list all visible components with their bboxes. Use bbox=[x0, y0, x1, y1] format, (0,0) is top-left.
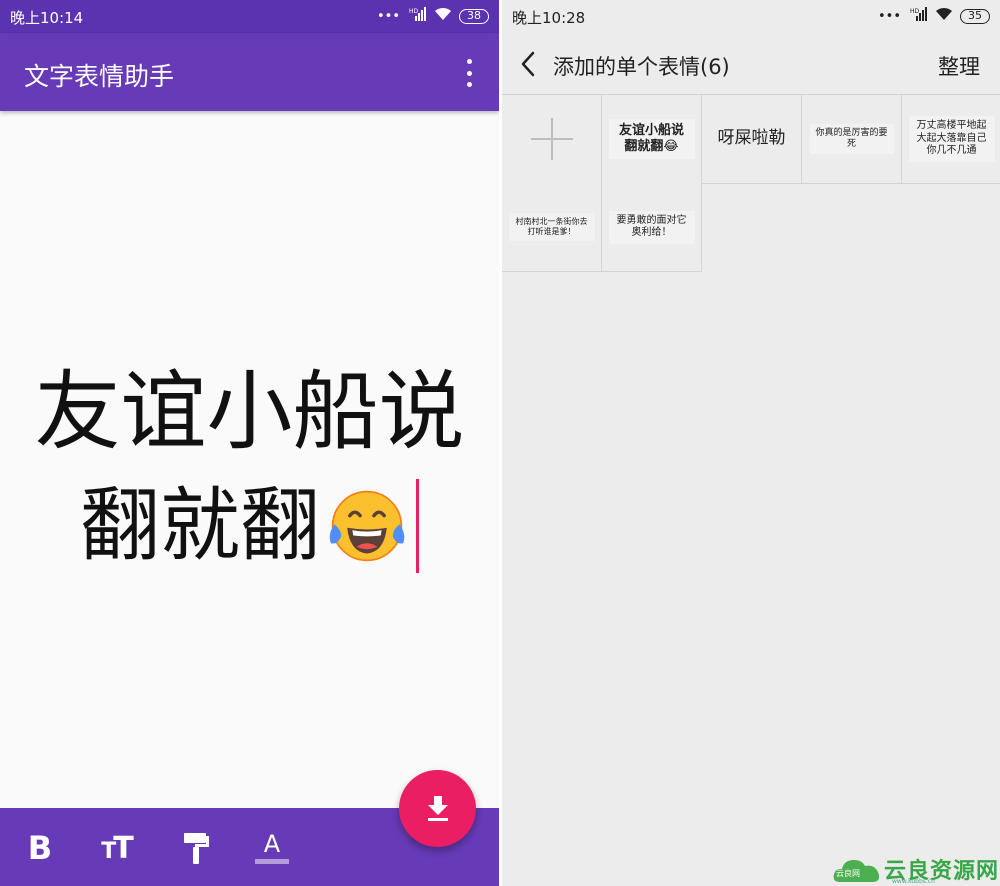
sticker-text: 你真的是厉害的要死 bbox=[809, 123, 894, 155]
status-bar: 晚上10:14 ••• HD 38 bbox=[0, 0, 499, 33]
sticker-text: 要勇敢的面对它奥利给！ bbox=[608, 210, 695, 244]
text-canvas[interactable]: 友谊小船说 翻就翻 bbox=[0, 111, 499, 808]
watermark-url: www.kubbs.cn bbox=[892, 878, 935, 885]
text-cursor bbox=[416, 479, 419, 573]
svg-text:HD: HD bbox=[910, 8, 920, 15]
app-title: 文字表情助手 bbox=[24, 62, 175, 91]
sticker-item[interactable]: 万丈高楼平地起大起大落靠自己你几不几通 bbox=[902, 95, 1000, 184]
download-icon bbox=[427, 795, 448, 821]
more-dots-icon: ••• bbox=[877, 8, 901, 24]
tears-of-joy-emoji-icon bbox=[329, 490, 405, 562]
download-fab-button[interactable] bbox=[399, 770, 476, 847]
text-color-icon: A bbox=[263, 830, 281, 858]
overflow-menu-button[interactable] bbox=[461, 59, 477, 87]
sticker-item[interactable]: 要勇敢的面对它奥利给！ bbox=[602, 183, 702, 272]
wifi-icon bbox=[935, 7, 953, 25]
status-bar: 晚上10:28 ••• HD 35 bbox=[502, 0, 1000, 33]
bold-button[interactable]: B bbox=[20, 828, 60, 868]
wifi-icon bbox=[434, 7, 452, 25]
status-icons: ••• HD 38 bbox=[377, 7, 489, 25]
battery-indicator: 38 bbox=[459, 8, 489, 24]
status-time: 晚上10:28 bbox=[512, 9, 586, 27]
status-time: 晚上10:14 bbox=[10, 9, 84, 27]
watermark-site: 云良网 bbox=[836, 869, 860, 878]
menu-dot bbox=[466, 82, 472, 87]
sticker-item[interactable]: 呀屎啦勒 bbox=[702, 95, 802, 184]
menu-dot bbox=[466, 59, 472, 64]
plus-icon bbox=[530, 118, 573, 160]
bold-icon: B bbox=[27, 829, 53, 867]
paint-roller-button[interactable] bbox=[176, 828, 216, 868]
sticker-text: 万丈高楼平地起大起大落靠自己你几不几通 bbox=[908, 116, 995, 162]
left-phone-screen: 晚上10:14 ••• HD 38 文字表情助手 友谊小船说 翻就翻 B TT … bbox=[0, 0, 499, 886]
page-title: 添加的单个表情(6) bbox=[553, 55, 730, 79]
sticker-text: 村南村北一条街你去打听谁是爹！ bbox=[508, 213, 595, 241]
sticker-item[interactable]: 你真的是厉害的要死 bbox=[802, 95, 902, 184]
text-size-icon: TT bbox=[101, 830, 134, 866]
signal-icon: HD bbox=[908, 7, 928, 25]
text-size-button[interactable]: TT bbox=[96, 828, 136, 868]
canvas-line-2: 翻就翻 bbox=[0, 479, 499, 573]
canvas-line-2-text: 翻就翻 bbox=[80, 479, 320, 572]
nav-bar: 添加的单个表情(6) 整理 bbox=[502, 33, 1000, 95]
back-arrow-icon[interactable] bbox=[516, 49, 542, 79]
sticker-text: 呀屎啦勒 bbox=[717, 128, 786, 149]
organize-button[interactable]: 整理 bbox=[938, 51, 980, 81]
paint-roller-icon bbox=[184, 833, 209, 864]
text-color-button[interactable]: A bbox=[252, 828, 292, 868]
text-color-swatch bbox=[255, 859, 289, 864]
right-phone-screen: 晚上10:28 ••• HD 35 添加的单个表情(6) 整理 友谊小船说翻就翻… bbox=[502, 0, 1000, 886]
watermark-logo: 云良网 云良资源网 www.kubbs.cn bbox=[832, 852, 1000, 886]
signal-icon: HD bbox=[407, 7, 427, 25]
battery-indicator: 35 bbox=[960, 8, 990, 24]
canvas-line-1: 友谊小船说 bbox=[34, 362, 465, 462]
sticker-item[interactable]: 友谊小船说翻就翻😂 bbox=[602, 95, 702, 184]
svg-text:HD: HD bbox=[409, 8, 419, 15]
add-sticker-button[interactable] bbox=[502, 95, 602, 184]
app-bar: 文字表情助手 bbox=[0, 33, 499, 111]
menu-dot bbox=[466, 70, 472, 76]
sticker-text: 友谊小船说翻就翻😂 bbox=[608, 118, 695, 160]
more-dots-icon: ••• bbox=[376, 8, 400, 24]
status-icons: ••• HD 35 bbox=[878, 7, 990, 25]
sticker-item[interactable]: 村南村北一条街你去打听谁是爹！ bbox=[502, 183, 602, 272]
